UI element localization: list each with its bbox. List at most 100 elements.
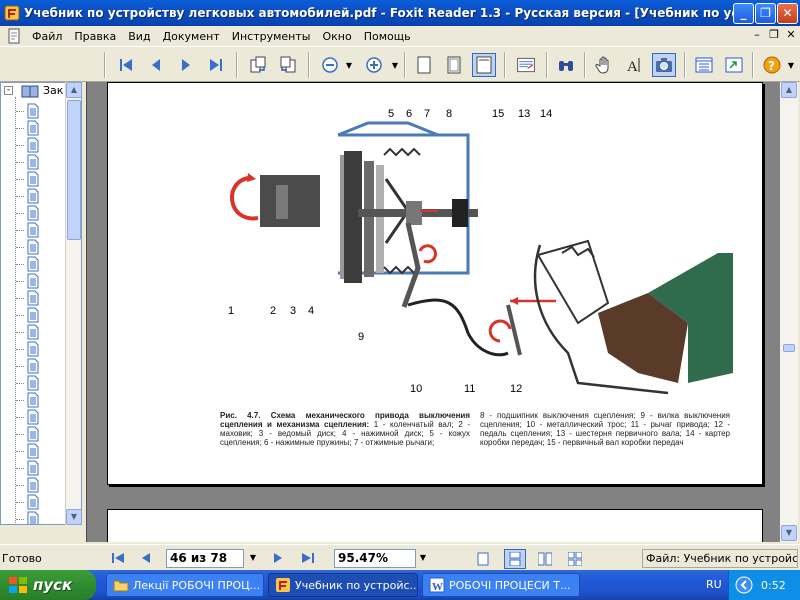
menu-edit[interactable]: Правка [68, 30, 122, 43]
bookmark-item[interactable] [25, 307, 41, 323]
zoom-dropdown-arrow[interactable]: ▼ [416, 549, 430, 568]
next-page-button[interactable] [174, 53, 198, 77]
bookmark-item[interactable] [25, 273, 41, 289]
bookmark-item[interactable] [25, 477, 41, 493]
rotate-left-button[interactable] [246, 53, 270, 77]
menu-window[interactable]: Окно [316, 30, 357, 43]
bookmark-item[interactable] [25, 324, 41, 340]
page-number-field[interactable]: 46 из 78 [166, 549, 244, 568]
page-icon [27, 120, 39, 136]
nav-previous-page-button[interactable] [136, 549, 156, 567]
page-dropdown-arrow[interactable]: ▼ [246, 549, 260, 568]
collapse-toggle[interactable]: - [4, 86, 13, 95]
page-icon [27, 290, 39, 306]
bookmark-item[interactable] [25, 426, 41, 442]
clock[interactable]: 0:52 [761, 579, 786, 592]
bookmarks-panel-button[interactable] [692, 53, 716, 77]
foxit-app-icon[interactable] [4, 5, 20, 21]
language-indicator[interactable]: RU [706, 578, 722, 591]
document-menu-icon[interactable] [6, 28, 22, 44]
bookmark-item[interactable] [25, 392, 41, 408]
zoom-out-button[interactable] [318, 53, 342, 77]
window-title: Учебник по устройству легковых автомобил… [24, 6, 734, 20]
bookmark-item[interactable] [25, 103, 41, 119]
document-view[interactable]: 1 2 3 4 5 6 7 8 9 10 11 12 13 14 15 Рис.… [86, 82, 780, 542]
scroll-thumb[interactable] [783, 344, 795, 352]
facing-view-button[interactable] [534, 549, 556, 569]
taskbar-item-word[interactable]: W РОБОЧІ ПРОЦЕСИ Т... [422, 573, 580, 597]
bookmark-item[interactable] [25, 188, 41, 204]
menu-view[interactable]: Вид [122, 30, 156, 43]
bookmark-item[interactable] [25, 290, 41, 306]
start-button[interactable]: пуск [0, 570, 96, 600]
previous-page-button[interactable] [144, 53, 168, 77]
bookmark-root-label[interactable]: Зак [43, 84, 63, 97]
taskbar-item-label: РОБОЧІ ПРОЦЕСИ Т... [449, 578, 571, 592]
continuous-view-button[interactable] [504, 549, 526, 569]
fit-page-button[interactable] [442, 53, 466, 77]
bookmark-item[interactable] [25, 443, 41, 459]
scroll-up-arrow[interactable]: ▲ [66, 82, 82, 98]
document-scrollbar[interactable]: ▲ ▼ [780, 82, 798, 542]
help-dropdown[interactable]: ▼ [784, 53, 798, 77]
scroll-down-arrow[interactable]: ▼ [781, 525, 797, 541]
bookmark-item[interactable] [25, 171, 41, 187]
menu-file[interactable]: Файл [26, 30, 68, 43]
bookmark-item[interactable] [25, 256, 41, 272]
actual-size-button[interactable] [412, 53, 436, 77]
taskbar-item-foxit[interactable]: Учебник по устройс... [268, 573, 418, 597]
close-button[interactable]: ✕ [777, 3, 798, 24]
nav-next-page-button[interactable] [268, 549, 288, 567]
bookmark-item[interactable] [25, 358, 41, 374]
bookmark-item[interactable] [25, 222, 41, 238]
scroll-up-arrow[interactable]: ▲ [781, 82, 797, 98]
bookmark-item[interactable] [25, 137, 41, 153]
rotate-right-button[interactable] [276, 53, 300, 77]
facing-pages-icon [538, 552, 552, 566]
menu-help[interactable]: Помощь [358, 30, 417, 43]
snapshot-button[interactable] [652, 53, 676, 77]
nav-first-page-button[interactable] [108, 549, 128, 567]
menu-document[interactable]: Документ [157, 30, 226, 43]
zoom-in-dropdown[interactable]: ▼ [388, 53, 402, 77]
help-button[interactable]: ? [760, 53, 784, 77]
bookmark-item[interactable] [25, 409, 41, 425]
figure-number: 14 [540, 108, 553, 120]
last-page-button[interactable] [204, 53, 228, 77]
bookmark-item[interactable] [25, 460, 41, 476]
book-icon[interactable] [21, 84, 39, 98]
bookmark-item[interactable] [25, 494, 41, 510]
text-viewer-button[interactable] [512, 53, 540, 77]
find-button[interactable] [554, 53, 578, 77]
thumbnails-panel-button[interactable] [722, 53, 746, 77]
select-text-button[interactable]: A [622, 53, 646, 77]
maximize-button[interactable]: ❐ [755, 3, 776, 24]
bookmark-item[interactable] [25, 120, 41, 136]
hand-tool-button[interactable] [592, 53, 616, 77]
bookmark-item[interactable] [25, 341, 41, 357]
scroll-down-arrow[interactable]: ▼ [66, 509, 82, 525]
continuous-facing-view-button[interactable] [564, 549, 586, 569]
mdi-close-icon[interactable]: ✕ [784, 28, 798, 41]
single-page-icon [477, 552, 489, 566]
bookmark-item[interactable] [25, 154, 41, 170]
taskbar-item-folder[interactable]: Лекції РОБОЧІ ПРОЦ... [106, 573, 264, 597]
bookmark-item[interactable] [25, 375, 41, 391]
scroll-thumb[interactable] [67, 100, 81, 240]
bookmarks-scrollbar[interactable]: ▲ ▼ [65, 82, 82, 525]
zoom-field[interactable]: 95.47% [334, 549, 416, 568]
bookmark-item[interactable] [25, 511, 41, 524]
first-page-button[interactable] [114, 53, 138, 77]
minimize-button[interactable]: _ [733, 3, 754, 24]
zoom-in-button[interactable] [362, 53, 386, 77]
menu-tools[interactable]: Инструменты [226, 30, 317, 43]
bookmark-item[interactable] [25, 205, 41, 221]
mdi-minimize-icon[interactable]: – [750, 28, 764, 41]
bookmark-item[interactable] [25, 239, 41, 255]
nav-last-page-button[interactable] [298, 549, 318, 567]
zoom-out-dropdown[interactable]: ▼ [342, 53, 356, 77]
fit-width-button[interactable] [472, 53, 496, 77]
single-page-view-button[interactable] [472, 549, 494, 569]
tray-expand-icon[interactable] [735, 576, 753, 594]
mdi-restore-icon[interactable]: ❐ [767, 28, 781, 41]
